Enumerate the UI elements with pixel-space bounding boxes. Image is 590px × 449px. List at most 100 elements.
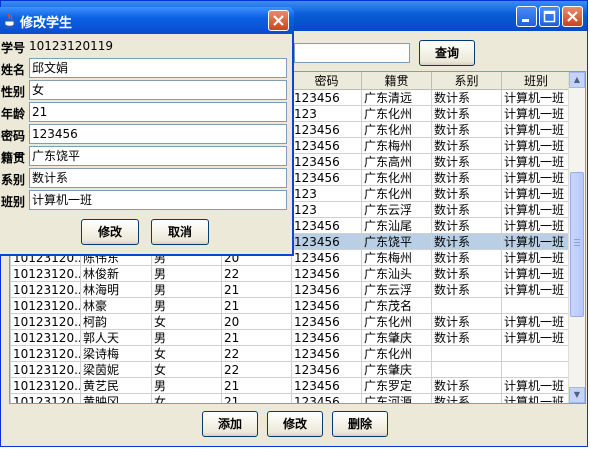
edit-button[interactable]: 修改 <box>267 411 323 437</box>
minimize-button[interactable] <box>516 6 537 27</box>
table-row[interactable]: 10123120... 林豪男 21 123456 广东茂名 <box>10 297 571 314</box>
table-cell: 女 <box>151 361 222 378</box>
dialog-title: 修改学生 <box>20 16 73 31</box>
table-cell: 男 <box>151 329 222 346</box>
column-header[interactable]: 系别 <box>431 72 502 90</box>
field-input[interactable]: 女 <box>29 80 287 100</box>
table-cell: 数计系 <box>431 329 502 346</box>
table-cell: 123 <box>291 201 362 218</box>
field-input[interactable]: 计算机一班 <box>29 190 287 210</box>
table-cell: 广东汕尾 <box>361 217 432 234</box>
table-cell: 21 <box>221 297 292 314</box>
table-cell: 广东清远 <box>361 89 432 106</box>
close-icon <box>567 11 578 22</box>
scrollbar-thumb[interactable] <box>570 172 584 317</box>
table-cell: 10123120... <box>10 345 81 362</box>
maximize-button[interactable] <box>539 6 560 27</box>
table-cell: 林海明 <box>80 281 152 298</box>
table-cell: 数计系 <box>431 393 502 403</box>
thumb-grip <box>574 245 580 246</box>
column-header[interactable]: 籍贯 <box>361 72 432 90</box>
table-cell: 数计系 <box>431 137 502 154</box>
table-cell: 数计系 <box>431 249 502 266</box>
maximize-icon <box>543 10 556 23</box>
field-label: 班别 <box>1 195 26 209</box>
table-cell: 计算机一班 <box>501 121 571 138</box>
confirm-edit-button[interactable]: 修改 <box>81 219 139 245</box>
scroll-up-arrow-icon[interactable]: ▲ <box>569 72 585 88</box>
table-row[interactable]: 10123120... 郭人天男 21 123456 广东肇庆 数计系 计算机一班 <box>10 329 571 346</box>
table-row[interactable]: 10123120... 柯韵女 20 123456 广东化州 数计系 计算机一班 <box>10 313 571 330</box>
field-input[interactable]: 21 <box>29 102 287 122</box>
form-row: 密码 123456 <box>0 124 292 144</box>
column-header[interactable]: 班别 <box>501 72 571 90</box>
table-cell <box>501 361 571 378</box>
form-row: 性别女 <box>0 80 292 100</box>
table-cell: 10123120... <box>10 329 81 346</box>
table-cell: 男 <box>151 377 222 394</box>
search-input[interactable] <box>294 43 410 63</box>
table-cell: 数计系 <box>431 169 502 186</box>
table-row[interactable]: 10123120... 黄映冈女 21 123456 广东河源 数计系 计算机一班 <box>10 393 571 403</box>
table-cell: 广东梅州 <box>361 137 432 154</box>
table-row[interactable]: 10123120... 黄艺民男 21 123456 广东罗定 数计系 计算机一班 <box>10 377 571 394</box>
delete-button[interactable]: 删除 <box>332 411 388 437</box>
field-input[interactable]: 广东饶平 <box>29 146 287 166</box>
field-input[interactable]: 数计系 <box>29 168 287 188</box>
cancel-button[interactable]: 取消 <box>151 219 209 245</box>
table-cell: 黄艺民 <box>80 377 152 394</box>
table-cell: 123456 <box>291 169 362 186</box>
add-button[interactable]: 添加 <box>202 411 258 437</box>
table-cell: 男 <box>151 281 222 298</box>
minimize-icon <box>522 19 529 22</box>
table-cell: 计算机一班 <box>501 105 571 122</box>
table-cell: 123456 <box>291 329 362 346</box>
table-cell: 计算机一班 <box>501 329 571 346</box>
table-vertical-scrollbar[interactable]: ▲ ▼ <box>568 72 585 403</box>
table-cell: 女 <box>151 345 222 362</box>
close-button[interactable] <box>562 6 583 27</box>
table-cell <box>431 361 502 378</box>
table-cell: 女 <box>151 313 222 330</box>
field-label: 性别 <box>1 85 26 99</box>
table-row[interactable]: 10123120... 梁茵妮女 22 123456 广东肇庆 <box>10 361 571 378</box>
field-label: 籍贯 <box>1 151 26 165</box>
table-cell: 计算机一班 <box>501 137 571 154</box>
table-cell: 计算机一班 <box>501 281 571 298</box>
java-cup-icon <box>4 13 17 29</box>
table-cell: 计算机一班 <box>501 153 571 170</box>
table-cell: 10123120... <box>10 361 81 378</box>
dialog-titlebar[interactable]: 修改学生 <box>0 7 294 34</box>
table-cell: 10123120... <box>10 313 81 330</box>
field-input[interactable]: 123456 <box>29 124 287 144</box>
table-row[interactable]: 10123120... 林海明男 21 123456 广东云浮 数计系 计算机一班 <box>10 281 571 298</box>
table-cell: 计算机一班 <box>501 313 571 330</box>
table-row[interactable]: 10123120... 林俊新男 22 123456 广东汕头 数计系 计算机一班 <box>10 265 571 282</box>
form-row: 姓名 邱文娟 <box>0 58 292 78</box>
table-cell: 林豪 <box>80 297 152 314</box>
scroll-down-arrow-icon[interactable]: ▼ <box>569 387 585 403</box>
dialog-close-button[interactable] <box>268 10 289 31</box>
table-row[interactable]: 10123120... 梁诗梅女 22 123456 广东化州 <box>10 345 571 362</box>
table-cell: 计算机一班 <box>501 233 571 250</box>
table-cell: 10123120... <box>10 297 81 314</box>
table-cell: 计算机一班 <box>501 265 571 282</box>
table-cell: 123456 <box>291 361 362 378</box>
form-row: 系别 数计系 <box>0 168 292 188</box>
table-cell: 123456 <box>291 377 362 394</box>
search-button[interactable]: 查询 <box>419 40 475 66</box>
field-input[interactable]: 邱文娟 <box>29 58 287 78</box>
table-cell: 广东化州 <box>361 345 432 362</box>
table-cell: 广东汕头 <box>361 265 432 282</box>
column-header[interactable]: 密码 <box>291 72 362 90</box>
table-cell: 广东云浮 <box>361 201 432 218</box>
form-row: 籍贯 广东饶平 <box>0 146 292 166</box>
table-cell: 21 <box>221 377 292 394</box>
table-cell <box>431 297 502 314</box>
table-cell: 广东罗定 <box>361 377 432 394</box>
table-cell: 广东肇庆 <box>361 361 432 378</box>
table-cell: 林俊新 <box>80 265 152 282</box>
form-row: 学号 10123120119 <box>0 36 292 56</box>
table-cell: 123456 <box>291 89 362 106</box>
table-cell: 柯韵 <box>80 313 152 330</box>
